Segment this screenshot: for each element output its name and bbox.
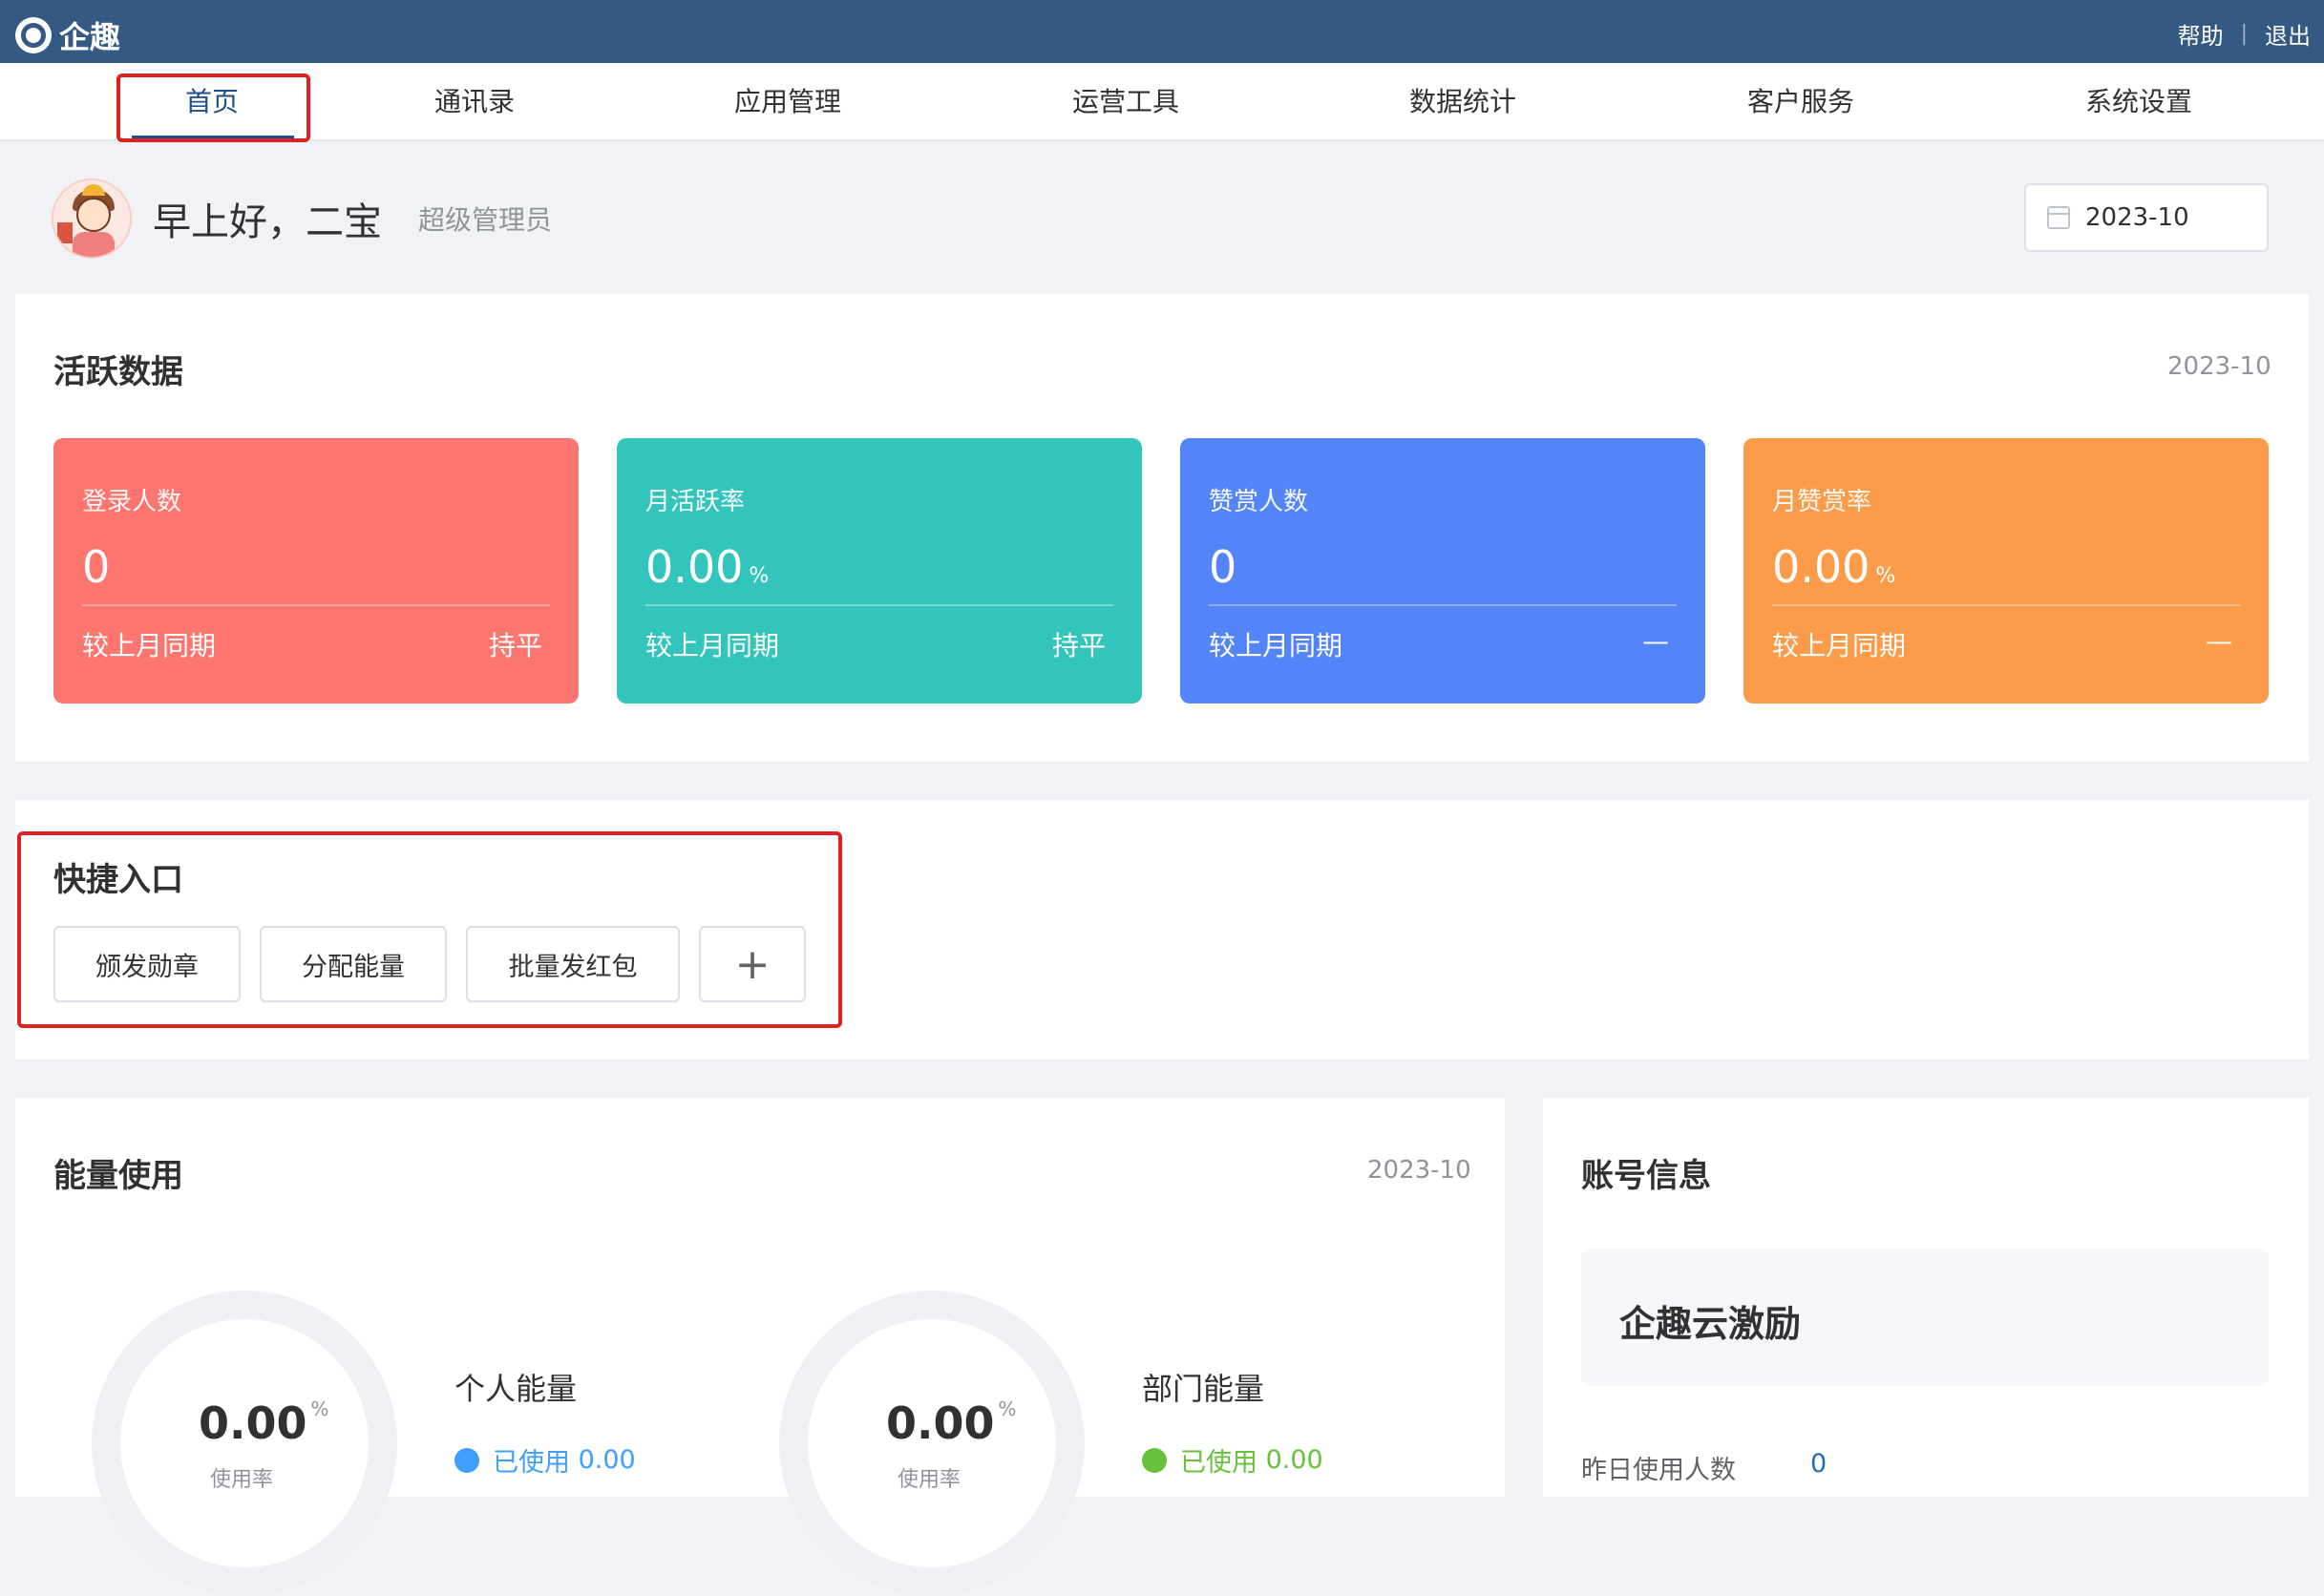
top-links-separator: |	[2240, 22, 2248, 46]
top-links: 帮助 | 退出	[2178, 17, 2311, 51]
nav-item-app-management[interactable]: 应用管理	[734, 63, 841, 141]
stat-value: 0.00%	[645, 541, 770, 593]
department-energy-rate: 0.00%	[886, 1397, 1017, 1449]
app-logo[interactable]: 企趣	[15, 13, 120, 57]
stat-value: 0	[1209, 541, 1237, 593]
nav-item-data-statistics[interactable]: 数据统计	[1409, 63, 1516, 141]
help-link[interactable]: 帮助	[2178, 17, 2224, 51]
department-energy-rate-label: 使用率	[898, 1468, 961, 1492]
stat-label: 月赞赏率	[1772, 488, 1872, 516]
stat-card-monthly-appreciation-rate[interactable]: 月赞赏率 0.00% 较上月同期 —	[1743, 438, 2269, 704]
yesterday-users-value: 0	[1810, 1449, 1828, 1479]
logout-link[interactable]: 退出	[2265, 17, 2311, 51]
stat-trend: 持平	[1051, 630, 1106, 662]
blue-dot-icon	[454, 1447, 479, 1473]
stat-label: 赞赏人数	[1209, 488, 1309, 516]
energy-usage-title: 能量使用	[53, 1157, 183, 1195]
greeting-text: 早上好，二宝	[153, 200, 382, 244]
personal-energy-rate-label: 使用率	[210, 1468, 274, 1492]
nav-item-operation-tools[interactable]: 运营工具	[1072, 63, 1179, 141]
nav-item-contacts[interactable]: 通讯录	[434, 63, 515, 141]
stat-trend: —	[1642, 625, 1669, 657]
stat-divider	[1772, 604, 2240, 606]
month-picker-value: 2023-10	[2085, 203, 2189, 232]
account-info-title: 账号信息	[1581, 1157, 1711, 1195]
active-data-date: 2023-10	[2167, 352, 2271, 381]
personal-energy-title: 个人能量	[454, 1371, 578, 1407]
stat-value: 0	[82, 541, 111, 593]
stat-compare-label: 较上月同期	[1772, 630, 1907, 662]
logo-icon	[15, 17, 52, 53]
calendar-icon	[2047, 206, 2070, 229]
user-role: 超级管理员	[418, 204, 553, 236]
active-data-title: 活跃数据	[53, 353, 183, 391]
stat-compare-label: 较上月同期	[1209, 630, 1343, 662]
personal-energy-used: 已使用 0.00	[454, 1441, 636, 1479]
department-energy-used: 已使用 0.00	[1142, 1441, 1323, 1479]
personal-energy-rate: 0.00%	[199, 1397, 329, 1449]
yesterday-users-label: 昨日使用人数	[1581, 1456, 1736, 1485]
avatar[interactable]	[52, 178, 132, 259]
product-card: 企趣云激励	[1581, 1249, 2269, 1386]
stat-trend: 持平	[488, 630, 542, 662]
main-nav: 首页 通讯录 应用管理 运营工具 数据统计 客户服务 系统设置	[0, 63, 2324, 141]
nav-item-system-settings[interactable]: 系统设置	[2085, 63, 2192, 141]
nav-active-highlight-box	[116, 74, 310, 142]
stat-value: 0.00%	[1772, 541, 1896, 593]
stat-label: 登录人数	[82, 488, 182, 516]
energy-usage-date: 2023-10	[1367, 1156, 1471, 1185]
month-picker[interactable]: 2023-10	[2024, 183, 2269, 252]
greeting-header: 早上好，二宝 超级管理员	[52, 176, 552, 262]
stat-divider	[1209, 604, 1677, 606]
stat-card-login-count[interactable]: 登录人数 0 较上月同期 持平	[53, 438, 579, 704]
quick-entry-highlight-box	[17, 831, 842, 1028]
stat-card-monthly-active-rate[interactable]: 月活跃率 0.00% 较上月同期 持平	[617, 438, 1142, 704]
stat-trend: —	[2206, 625, 2232, 657]
product-name: 企趣云激励	[1619, 1303, 1802, 1345]
green-dot-icon	[1142, 1447, 1167, 1473]
nav-item-customer-service[interactable]: 客户服务	[1747, 63, 1854, 141]
stat-divider	[645, 604, 1113, 606]
stat-card-appreciation-count[interactable]: 赞赏人数 0 较上月同期 —	[1180, 438, 1705, 704]
stat-compare-label: 较上月同期	[645, 630, 780, 662]
logo-text: 企趣	[59, 19, 121, 55]
department-energy-title: 部门能量	[1142, 1371, 1265, 1407]
stat-compare-label: 较上月同期	[82, 630, 217, 662]
stat-label: 月活跃率	[645, 488, 746, 516]
top-bar: 企趣 帮助 | 退出	[0, 0, 2324, 63]
stat-divider	[82, 604, 550, 606]
